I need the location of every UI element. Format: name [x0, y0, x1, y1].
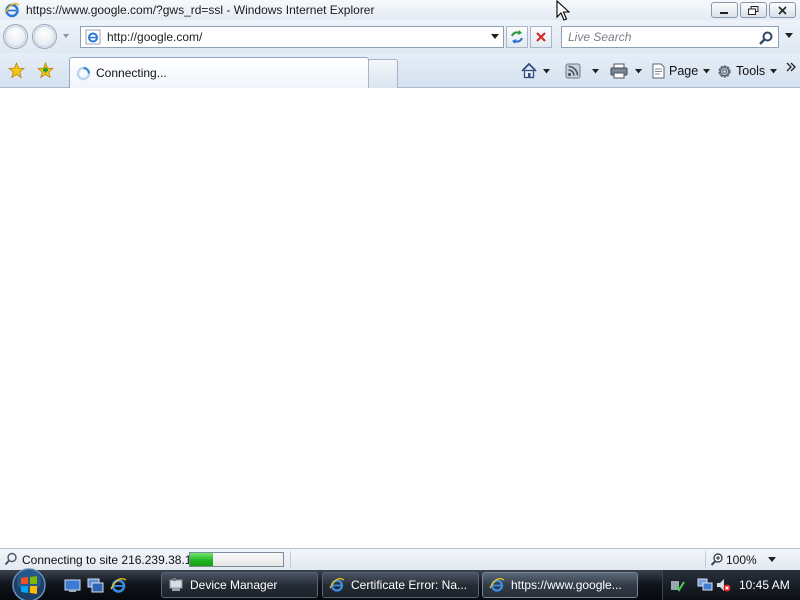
status-bar: Connecting to site 216.239.38.1 100%	[0, 548, 800, 570]
rss-feed-icon	[565, 63, 581, 79]
mouse-cursor-icon	[556, 0, 570, 21]
page-content	[0, 89, 800, 548]
loading-progress-bar	[189, 552, 284, 567]
show-desktop-icon[interactable]	[64, 577, 81, 594]
taskbar-item-label: Device Manager	[190, 578, 278, 592]
forward-button[interactable]	[32, 24, 57, 49]
zoom-icon[interactable]	[710, 552, 724, 566]
ie-icon	[329, 577, 345, 592]
page-menu-label: Page	[669, 64, 699, 78]
magnifier-status-icon	[4, 552, 17, 566]
feeds-dropdown-icon[interactable]	[592, 68, 599, 74]
home-dropdown-icon[interactable]	[543, 68, 550, 74]
switch-windows-icon[interactable]	[87, 577, 104, 594]
address-row: http://google.com/ Live Search	[0, 20, 800, 53]
search-input[interactable]: Live Search	[568, 30, 631, 44]
add-favorites-icon[interactable]	[37, 62, 54, 79]
restore-icon	[748, 5, 759, 15]
clock[interactable]: 10:45 AM	[739, 578, 790, 592]
refresh-icon	[511, 30, 523, 44]
more-commands-chevron-icon[interactable]	[786, 62, 796, 74]
ie-logo-icon	[4, 2, 20, 18]
feeds-button[interactable]	[565, 61, 599, 81]
address-url[interactable]: http://google.com/	[107, 30, 202, 44]
ie-quicklaunch-icon[interactable]	[110, 577, 127, 594]
taskbar-item-certificate-error[interactable]: Certificate Error: Na...	[322, 572, 479, 598]
zoom-dropdown-icon[interactable]	[768, 557, 776, 563]
tools-menu-button[interactable]: Tools	[716, 61, 778, 81]
tools-dropdown-icon	[770, 68, 778, 73]
taskbar: Device Manager Certificate Error: Na... …	[0, 567, 800, 600]
close-button[interactable]	[769, 2, 796, 18]
search-icon[interactable]	[758, 30, 774, 46]
minimize-icon	[720, 11, 728, 14]
status-divider	[290, 551, 291, 568]
stop-button[interactable]	[530, 26, 552, 48]
search-options-dropdown-icon[interactable]	[785, 33, 793, 39]
status-divider	[705, 551, 706, 568]
volume-muted-icon[interactable]	[715, 577, 731, 593]
forward-arrow-icon	[33, 25, 56, 48]
tools-menu-label: Tools	[736, 64, 766, 78]
address-dropdown-icon[interactable]	[491, 34, 499, 40]
new-tab-button[interactable]	[368, 59, 398, 88]
zoom-level[interactable]: 100%	[726, 553, 757, 567]
start-button-icon[interactable]	[10, 567, 48, 600]
back-arrow-icon	[4, 25, 27, 48]
back-button[interactable]	[3, 24, 28, 49]
taskbar-item-device-manager[interactable]: Device Manager	[161, 572, 318, 598]
recent-pages-dropdown-icon[interactable]	[62, 32, 70, 40]
progress-fill	[190, 553, 214, 566]
favorites-star-icon[interactable]	[8, 62, 25, 79]
refresh-button[interactable]	[506, 26, 528, 48]
minimize-button[interactable]	[711, 2, 738, 18]
page-icon	[652, 63, 665, 79]
network-icon[interactable]	[697, 577, 713, 593]
printer-icon	[610, 63, 628, 79]
taskbar-item-google[interactable]: https://www.google...	[482, 572, 638, 598]
home-button[interactable]	[520, 61, 550, 81]
safely-remove-hardware-icon[interactable]	[669, 577, 685, 593]
ie-page-icon	[85, 29, 101, 45]
status-text: Connecting to site 216.239.38.1	[22, 553, 192, 567]
restore-button[interactable]	[740, 2, 767, 18]
device-manager-icon	[169, 578, 183, 591]
command-row: Connecting... Page Tools	[0, 53, 800, 88]
home-icon	[521, 62, 537, 79]
search-box[interactable]: Live Search	[561, 26, 779, 48]
window-title: https://www.google.com/?gws_rd=ssl - Win…	[26, 3, 375, 17]
page-menu-button[interactable]: Page	[651, 61, 711, 81]
tab-label: Connecting...	[96, 66, 167, 80]
print-dropdown-icon[interactable]	[635, 68, 642, 74]
close-icon	[778, 5, 787, 15]
print-button[interactable]	[610, 61, 642, 81]
loading-spinner-icon	[76, 66, 91, 80]
title-bar: https://www.google.com/?gws_rd=ssl - Win…	[0, 0, 800, 20]
tab-connecting[interactable]: Connecting...	[69, 57, 369, 88]
taskbar-item-label: Certificate Error: Na...	[351, 578, 468, 592]
gear-icon	[718, 64, 731, 78]
address-bar[interactable]: http://google.com/	[80, 26, 504, 48]
ie-icon	[489, 577, 505, 592]
taskbar-item-label: https://www.google...	[511, 578, 622, 592]
system-tray: 10:45 AM	[662, 570, 800, 600]
stop-icon	[536, 32, 546, 42]
page-dropdown-icon	[703, 68, 711, 73]
